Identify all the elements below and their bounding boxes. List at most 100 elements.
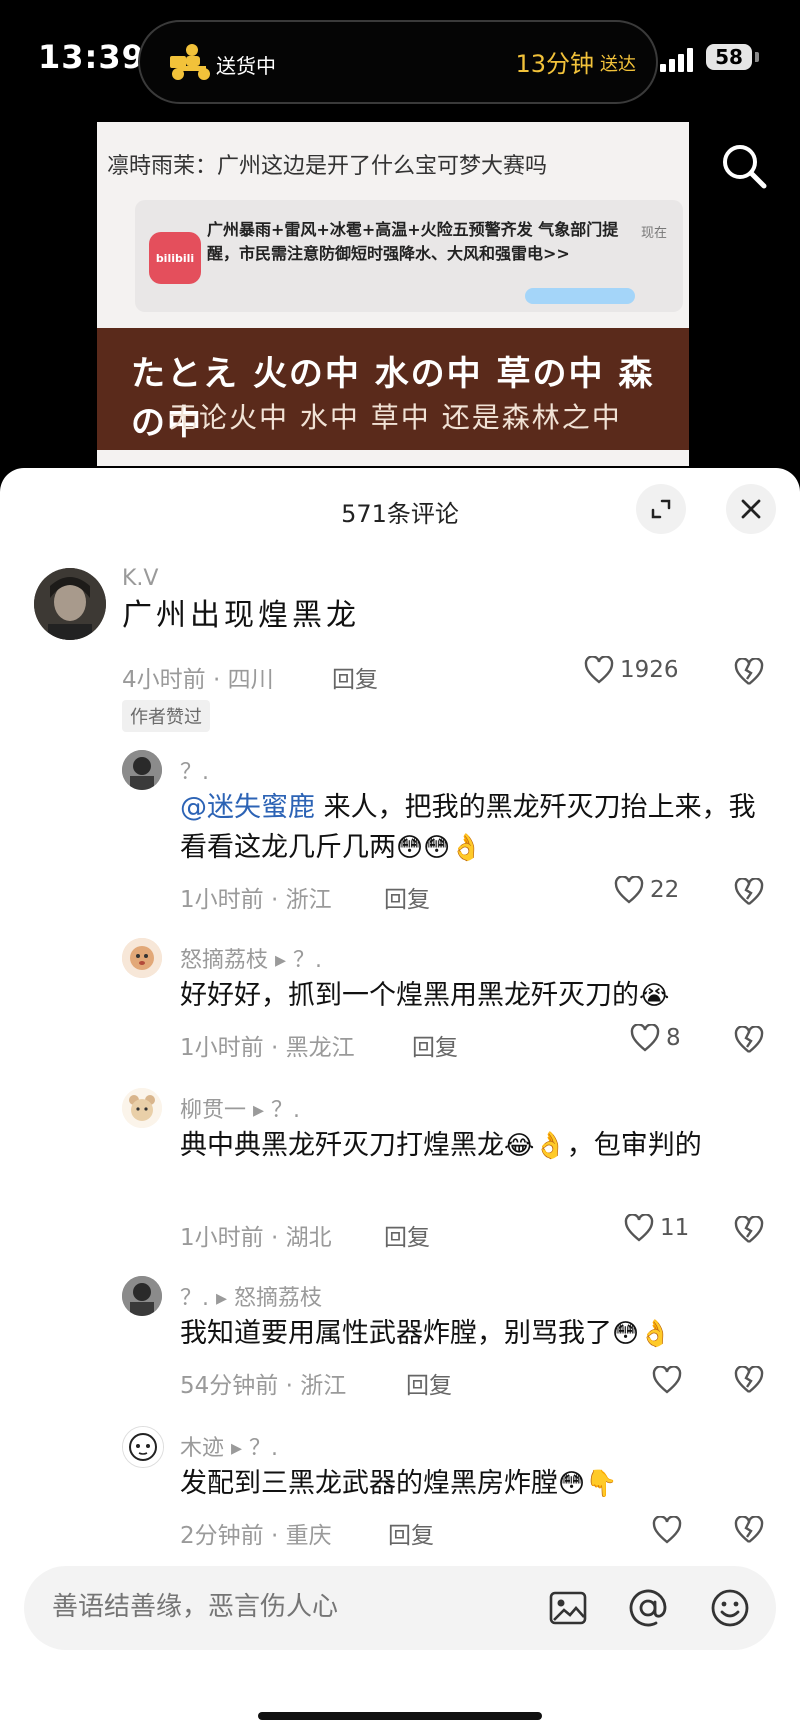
- reply-item: 木迹 ▸ ？. 发配到三黑龙武器的煌黑房炸膛😳👇 2分钟前 · 重庆 回复: [0, 1426, 800, 1576]
- reply-meta: 54分钟前 · 浙江: [180, 1373, 347, 1399]
- avatar-portrait-icon: [34, 568, 106, 640]
- reply-body: 我知道要用属性武器炸膛，别骂我了: [180, 1318, 612, 1349]
- author-liked-badge: 作者赞过: [122, 700, 210, 732]
- video-frame[interactable]: 凛時雨茉：广州这边是开了什么宝可梦大赛吗 bilibili 广州暴雨+雷风+冰雹…: [97, 122, 689, 466]
- reply-target: ▸ ？.: [231, 1436, 279, 1461]
- emoji-picker-icon[interactable]: [708, 1586, 752, 1630]
- avatar[interactable]: [122, 938, 162, 978]
- reply-body-tail: ，包审判的: [566, 1130, 702, 1161]
- home-indicator[interactable]: [258, 1712, 542, 1720]
- reply-username[interactable]: 木迹 ▸ ？.: [180, 1430, 278, 1462]
- reply-username[interactable]: ？. ▸ 怒摘荔枝: [180, 1280, 322, 1312]
- reply-meta: 1小时前 · 浙江: [180, 887, 332, 913]
- avatar[interactable]: [34, 568, 106, 640]
- reply-button[interactable]: 回复: [384, 880, 430, 914]
- broken-heart-icon[interactable]: [734, 1366, 764, 1394]
- battery-tip-icon: [755, 52, 759, 62]
- comment-input[interactable]: [50, 1591, 534, 1623]
- expand-icon: [651, 499, 671, 519]
- expand-button[interactable]: [636, 484, 686, 534]
- like-button[interactable]: 1926: [584, 656, 679, 684]
- avatar[interactable]: [122, 1276, 162, 1316]
- live-activity-island[interactable]: 送货中 13分钟 送达: [138, 20, 658, 104]
- subtitle-box: たとえ 火の中 水の中 草の中 森の中 无论火中 水中 草中 还是森林之中: [97, 328, 689, 450]
- reply-text: 发配到三黑龙武器的煌黑房炸膛😳👇: [180, 1464, 760, 1504]
- reply-username[interactable]: ？.: [180, 754, 209, 786]
- heart-icon: [624, 1214, 654, 1242]
- mention-link[interactable]: @迷失蜜鹿: [180, 792, 315, 823]
- reply-target: ▸ ？.: [253, 1098, 301, 1123]
- like-button[interactable]: 22: [614, 876, 679, 904]
- broken-heart-icon[interactable]: [734, 1026, 764, 1054]
- comment-meta: 4小时前 · 四川: [122, 667, 274, 693]
- reply-item: 怒摘荔枝 ▸ ？. 好好好，抓到一个煌黑用黑龙歼灭刀的😭 1小时前 · 黑龙江 …: [0, 938, 800, 1088]
- reply-item: 柳贯一 ▸ ？. 典中典黑龙歼灭刀打煌黑龙😂👌，包审判的 1小时前 · 湖北 回…: [0, 1088, 800, 1278]
- emoji: 😳😳👌: [396, 833, 483, 863]
- reply-body: 发配到三黑龙武器的煌黑房炸膛: [180, 1468, 558, 1499]
- like-count: 22: [650, 877, 680, 903]
- reply-button[interactable]: 回复: [332, 660, 378, 694]
- avatar-cartoon-bear-icon: [122, 1088, 162, 1128]
- reply-author: 木迹: [180, 1436, 225, 1461]
- comment-username[interactable]: K.V: [122, 566, 158, 591]
- broken-heart-icon[interactable]: [734, 878, 764, 906]
- reply-username[interactable]: 柳贯一 ▸ ？.: [180, 1092, 300, 1124]
- reply-button[interactable]: 回复: [412, 1028, 458, 1062]
- reply-target: ▸ ？.: [275, 948, 323, 973]
- like-button[interactable]: 11: [624, 1214, 689, 1242]
- emoji: 😳👌: [612, 1319, 672, 1349]
- reply-meta: 2分钟前 · 重庆: [180, 1523, 332, 1549]
- reply-button[interactable]: 回复: [388, 1516, 434, 1550]
- news-notification: bilibili 广州暴雨+雷风+冰雹+高温+火险五预警齐发 气象部门提醒，市民…: [135, 200, 683, 312]
- mention-at-icon[interactable]: [626, 1586, 670, 1630]
- like-count: 11: [660, 1215, 690, 1241]
- avatar-cartoon-baby-icon: [122, 938, 162, 978]
- broken-heart-icon[interactable]: [734, 1216, 764, 1244]
- comment-input-bar: [24, 1566, 776, 1650]
- heart-icon[interactable]: [652, 1516, 682, 1544]
- reply-body: 典中典黑龙歼灭刀打煌黑龙: [180, 1130, 504, 1161]
- avatar-doodle-face-icon: [123, 1427, 163, 1467]
- like-count: 1926: [620, 657, 679, 683]
- close-button[interactable]: [726, 484, 776, 534]
- avatar[interactable]: [122, 750, 162, 790]
- reply-text: @迷失蜜鹿 来人，把我的黑龙歼灭刀抬上来，我看看这龙几斤几两😳😳👌: [180, 788, 760, 868]
- video-caption: 凛時雨茉：广州这边是开了什么宝可梦大赛吗: [107, 154, 548, 179]
- search-icon[interactable]: [718, 140, 770, 192]
- notification-time: 现在: [640, 226, 667, 241]
- avatar[interactable]: [122, 1426, 164, 1468]
- notification-highlight: [525, 288, 635, 304]
- broken-heart-icon[interactable]: [734, 658, 764, 686]
- reply-text: 我知道要用属性武器炸膛，别骂我了😳👌: [180, 1314, 760, 1354]
- delivery-scooter-icon: [170, 44, 210, 80]
- like-count: 8: [666, 1025, 681, 1051]
- battery-indicator: 58: [706, 44, 752, 70]
- reply-author: 怒摘荔枝: [180, 948, 269, 973]
- reply-body: 好好好，抓到一个煌黑用黑龙歼灭刀的: [180, 980, 639, 1011]
- heart-icon: [614, 876, 644, 904]
- reply-username[interactable]: 怒摘荔枝 ▸ ？.: [180, 942, 322, 974]
- reply-button[interactable]: 回复: [384, 1218, 430, 1252]
- heart-icon: [584, 656, 614, 684]
- image-icon[interactable]: [546, 1586, 590, 1630]
- eta-label: 送达: [600, 54, 636, 75]
- clock: 13:39: [38, 38, 145, 76]
- notification-text: 广州暴雨+雷风+冰雹+高温+火险五预警齐发 气象部门提醒，市民需注意防御短时强降…: [207, 220, 619, 263]
- reply-item: ？. ▸ 怒摘荔枝 我知道要用属性武器炸膛，别骂我了😳👌 54分钟前 · 浙江 …: [0, 1276, 800, 1426]
- comments-sheet: 571条评论 K.V 广州出现煌黑龙 4小时前 · 四川 回复 1926 作者赞…: [0, 468, 800, 1734]
- avatar[interactable]: [122, 1088, 162, 1128]
- reply-item: ？. @迷失蜜鹿 来人，把我的黑龙歼灭刀抬上来，我看看这龙几斤几两😳😳👌 1小时…: [0, 750, 800, 950]
- emoji: 😭: [639, 981, 670, 1011]
- reply-target: ▸ 怒摘荔枝: [216, 1286, 323, 1311]
- status-bar: 13:39 送货中 13分钟 送达 58: [0, 0, 800, 115]
- comment-item: K.V 广州出现煌黑龙 4小时前 · 四川 回复 1926 作者赞过: [0, 566, 800, 758]
- avatar-photo-icon: [122, 1276, 162, 1316]
- reply-text: 典中典黑龙歼灭刀打煌黑龙😂👌，包审判的: [180, 1126, 760, 1166]
- comment-text: 广州出现煌黑龙: [122, 598, 360, 633]
- like-button[interactable]: 8: [630, 1024, 681, 1052]
- heart-icon[interactable]: [652, 1366, 682, 1394]
- reply-button[interactable]: 回复: [406, 1366, 452, 1400]
- reply-author: ？.: [180, 1286, 209, 1311]
- broken-heart-icon[interactable]: [734, 1516, 764, 1544]
- heart-icon: [630, 1024, 660, 1052]
